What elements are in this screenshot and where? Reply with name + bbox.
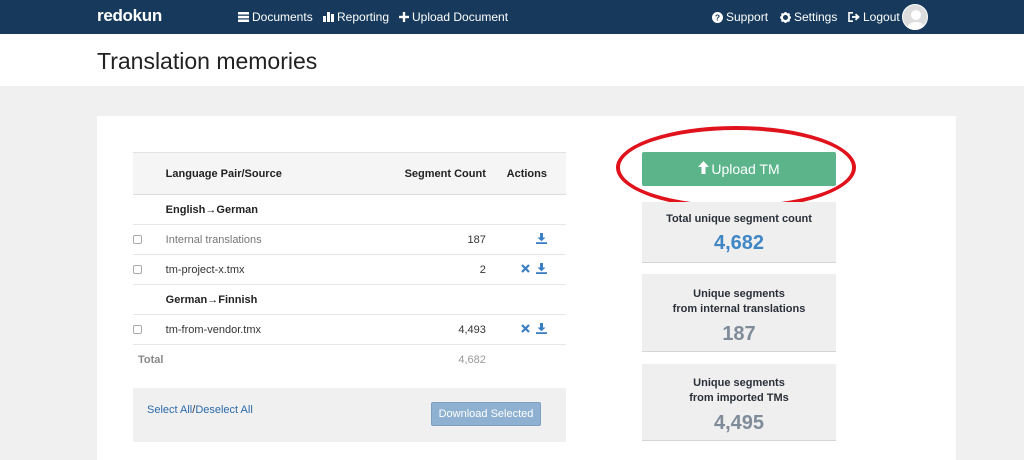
main-panel: Language Pair/Source Segment Count Actio… [97, 116, 956, 460]
nav-logout[interactable]: Logout [848, 10, 900, 24]
tm-name: tm-project-x.tmx [165, 263, 245, 276]
download-icon[interactable] [536, 323, 547, 334]
arrow-up-icon [698, 161, 710, 177]
delete-icon[interactable] [521, 324, 530, 333]
stat-imported-tms: Unique segments from imported TMs 4,495 [642, 364, 836, 441]
plus-icon [399, 12, 409, 22]
gear-icon [780, 11, 791, 23]
download-icon[interactable] [536, 263, 547, 274]
selection-links: Select All/Deselect All [147, 404, 253, 416]
stat-internal-translations: Unique segments from internal translatio… [642, 274, 836, 352]
stat-label: Total unique segment count [666, 213, 812, 225]
brand-logo[interactable]: redokun [97, 6, 162, 26]
nav-support[interactable]: ? Support [712, 10, 768, 24]
table-header-row: Language Pair/Source Segment Count Actio… [133, 152, 566, 195]
segment-count: 4,493 [458, 323, 486, 336]
documents-icon [238, 12, 249, 22]
total-count: 4,682 [458, 353, 486, 366]
row-checkbox[interactable] [133, 265, 142, 275]
nav-reporting[interactable]: Reporting [323, 10, 389, 24]
user-icon [907, 10, 925, 29]
row-checkbox[interactable] [133, 235, 142, 245]
select-column-header [133, 152, 166, 195]
total-label: Total [138, 353, 164, 366]
stat-value: 4,682 [713, 232, 765, 254]
question-circle-icon: ? [712, 11, 723, 23]
nav-reporting-label: Reporting [337, 10, 390, 24]
table-row: tm-project-x.tmx 2 [133, 255, 566, 285]
download-icon[interactable] [536, 232, 547, 244]
segment-count: 2 [479, 263, 486, 276]
stat-sublabel: from internal translations [672, 303, 806, 315]
nav-upload-label: Upload Document [412, 10, 509, 24]
segment-count: 187 [467, 233, 486, 246]
page-header: Translation memories [0, 34, 1024, 86]
table-footer: Select All/Deselect All Download Selecte… [133, 388, 566, 442]
column-header-count: Segment Count [331, 152, 486, 195]
group-label: German→Finnish [165, 293, 258, 306]
select-all-link[interactable]: Select All [147, 404, 192, 416]
download-selected-button[interactable]: Download Selected [431, 402, 541, 426]
stat-value: 4,495 [713, 412, 765, 434]
tm-table: Language Pair/Source Segment Count Actio… [133, 152, 566, 375]
tm-name: tm-from-vendor.tmx [165, 323, 262, 336]
logout-icon [848, 12, 860, 22]
table-row: Internal translations 187 [133, 225, 566, 255]
stat-sublabel: from imported TMs [689, 392, 789, 404]
upload-tm-button[interactable]: Upload TM [642, 152, 836, 186]
table-row: tm-from-vendor.tmx 4,493 [133, 315, 566, 345]
stat-total-unique: Total unique segment count 4,682 [642, 202, 836, 263]
upload-tm-label: Upload TM [711, 161, 780, 177]
row-checkbox[interactable] [133, 325, 142, 335]
group-row: German→Finnish [133, 285, 566, 315]
nav-settings[interactable]: Settings [780, 10, 837, 24]
nav-documents-label: Documents [252, 10, 313, 24]
stat-label: Unique segments [693, 288, 785, 300]
delete-icon[interactable] [521, 264, 530, 273]
group-label: English→German [165, 203, 258, 216]
nav-upload-document[interactable]: Upload Document [399, 10, 508, 24]
column-header-source: Language Pair/Source [165, 152, 332, 195]
stat-label: Unique segments [693, 377, 785, 389]
svg-text:?: ? [715, 12, 720, 22]
group-row: English→German [133, 195, 566, 225]
avatar[interactable] [902, 4, 928, 30]
nav-documents[interactable]: Documents [238, 10, 313, 24]
deselect-all-link[interactable]: Deselect All [195, 404, 252, 416]
tm-name: Internal translations [165, 233, 262, 246]
page-title: Translation memories [97, 48, 318, 74]
nav-settings-label: Settings [794, 10, 838, 24]
column-header-actions: Actions [485, 152, 566, 195]
nav-logout-label: Logout [863, 10, 900, 24]
top-navbar: redokun Documents Reporting Upload Docum… [0, 0, 1024, 34]
total-row: Total 4,682 [133, 345, 566, 375]
bar-chart-icon [323, 12, 334, 22]
stat-value: 187 [722, 323, 756, 345]
nav-support-label: Support [726, 10, 769, 24]
